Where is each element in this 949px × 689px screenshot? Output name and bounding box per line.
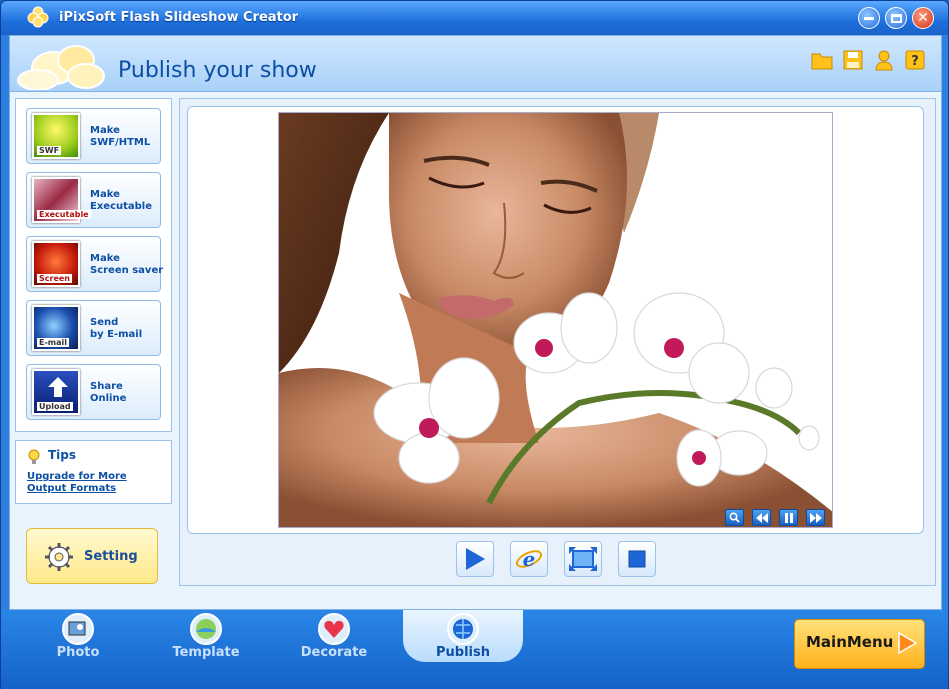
folder-icon[interactable] — [810, 48, 834, 72]
preview-frame — [187, 106, 924, 534]
maximize-icon — [890, 13, 902, 23]
screen-tag: Screen — [37, 274, 72, 283]
help-icon[interactable]: ? — [903, 48, 927, 72]
maximize-button[interactable] — [885, 7, 907, 29]
tab-photo[interactable]: Photo — [23, 610, 133, 668]
share-online-label: Share Online — [90, 381, 127, 404]
minimize-button[interactable] — [858, 7, 880, 29]
gear-icon — [45, 543, 73, 571]
bottom-nav-bar: Photo Template Decorate Publish MainMenu — [1, 610, 948, 689]
slideshow-preview-image — [278, 112, 833, 528]
previous-slide-button[interactable] — [752, 509, 771, 526]
page-header: Publish your show ? — [10, 36, 941, 92]
user-icon[interactable] — [872, 48, 896, 72]
title-bar[interactable]: iPixSoft Flash Slideshow Creator ✕ — [1, 1, 948, 35]
preview-panel: e — [179, 98, 936, 586]
swf-thumbnail: SWF — [32, 113, 80, 159]
publish-options-panel: SWF Make SWF/HTML Executable Make Execut… — [15, 98, 172, 432]
next-icon — [809, 512, 822, 523]
page-title: Publish your show — [118, 58, 317, 83]
fullscreen-icon — [569, 547, 597, 571]
zoom-icon — [729, 512, 740, 523]
save-icon[interactable] — [841, 48, 865, 72]
tips-title: Tips — [48, 448, 77, 462]
upload-tag: Upload — [37, 402, 73, 411]
make-executable-button[interactable]: Executable Make Executable — [26, 172, 161, 228]
executable-thumbnail: Executable — [32, 177, 91, 223]
make-screensaver-label: Make Screen saver — [90, 253, 164, 276]
close-icon: ✕ — [917, 10, 929, 26]
tab-template-label: Template — [172, 645, 240, 660]
send-email-button[interactable]: E-mail Send by E-mail — [26, 300, 161, 356]
client-area: Publish your show ? SWF Make SWF/HTML Ex… — [9, 35, 942, 610]
swf-tag: SWF — [37, 146, 62, 155]
stop-button[interactable] — [618, 541, 656, 577]
clover-logo-icon — [17, 45, 105, 90]
template-icon — [190, 613, 222, 645]
tab-decorate[interactable]: Decorate — [279, 610, 389, 668]
window-title: iPixSoft Flash Slideshow Creator — [59, 10, 299, 25]
executable-tag: Executable — [37, 210, 91, 219]
make-swf-html-label: Make SWF/HTML — [90, 125, 151, 148]
upload-thumbnail: Upload — [32, 369, 80, 415]
arrow-right-icon — [898, 632, 917, 654]
upload-arrow-icon — [48, 377, 68, 397]
play-button[interactable] — [456, 541, 494, 577]
stop-icon — [628, 550, 646, 568]
make-executable-label: Make Executable — [90, 189, 153, 212]
email-tag: E-mail — [37, 338, 70, 347]
screensaver-thumbnail: Screen — [32, 241, 80, 287]
tips-panel: Tips Upgrade for More Output Formats — [15, 440, 172, 504]
photo-icon — [62, 613, 94, 645]
svg-text:?: ? — [911, 54, 919, 69]
tab-publish-label: Publish — [436, 645, 490, 660]
decorate-icon — [318, 613, 350, 645]
lightbulb-icon — [28, 449, 40, 464]
minimize-icon — [864, 16, 874, 20]
make-screensaver-button[interactable]: Screen Make Screen saver — [26, 236, 164, 292]
email-thumbnail: E-mail — [32, 305, 80, 351]
share-online-button[interactable]: Upload Share Online — [26, 364, 161, 420]
app-window: iPixSoft Flash Slideshow Creator ✕ Publi… — [0, 0, 949, 689]
main-menu-button[interactable]: MainMenu — [794, 619, 925, 669]
close-button[interactable]: ✕ — [912, 7, 934, 29]
tab-photo-label: Photo — [56, 645, 100, 660]
setting-label: Setting — [84, 549, 138, 564]
browser-icon: e — [515, 547, 543, 571]
tab-publish[interactable]: Publish — [403, 610, 523, 662]
make-swf-html-button[interactable]: SWF Make SWF/HTML — [26, 108, 161, 164]
upgrade-link[interactable]: Upgrade for More Output Formats — [27, 471, 167, 495]
tab-decorate-label: Decorate — [300, 645, 368, 660]
preview-in-browser-button[interactable]: e — [510, 541, 548, 577]
zoom-button[interactable] — [725, 509, 744, 526]
pause-slide-button[interactable] — [779, 509, 798, 526]
fullscreen-button[interactable] — [564, 541, 602, 577]
publish-icon — [447, 613, 479, 645]
prev-icon — [755, 512, 768, 523]
play-icon — [466, 548, 485, 570]
pause-icon — [784, 512, 793, 523]
tab-template[interactable]: Template — [151, 610, 261, 668]
send-email-label: Send by E-mail — [90, 317, 143, 340]
woman-with-orchid-photo — [279, 113, 832, 527]
svg-text:e: e — [523, 547, 536, 571]
app-logo-icon — [27, 6, 49, 28]
setting-button[interactable]: Setting — [26, 528, 158, 584]
main-menu-label: MainMenu — [806, 633, 894, 651]
next-slide-button[interactable] — [806, 509, 825, 526]
